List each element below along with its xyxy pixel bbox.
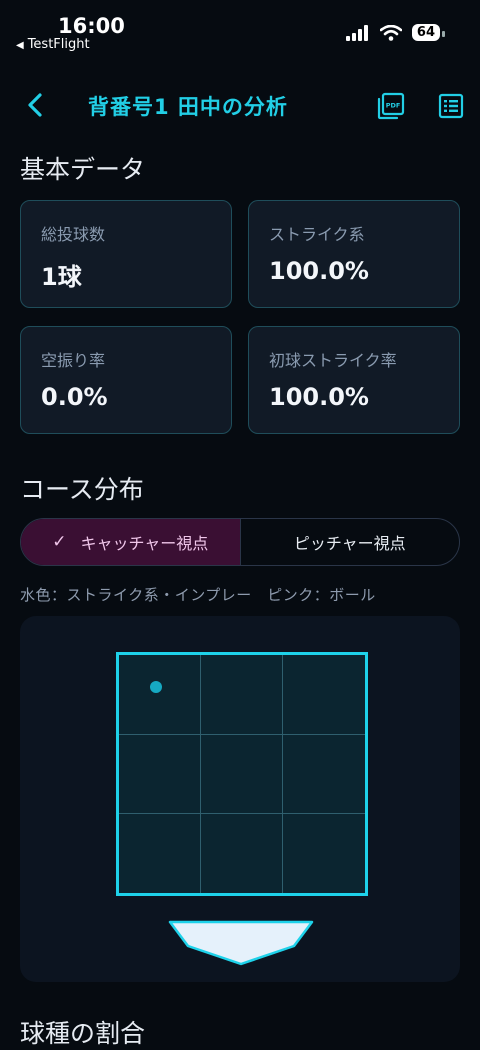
stat-label: 初球ストライク率 — [269, 351, 397, 370]
wifi-icon — [379, 24, 402, 41]
status-indicators: 64 — [345, 24, 446, 41]
stat-card-whiff-rate: 空振り率 0.0% — [20, 326, 232, 434]
stat-card-total-pitches: 総投球数 1球 — [20, 200, 232, 308]
stat-card-strike-rate: ストライク系 100.0% — [248, 200, 460, 308]
pdf-export-button[interactable]: PDF — [377, 92, 405, 124]
pitcher-view-label: ピッチャー視点 — [293, 534, 406, 553]
page-title: 背番号1 田中の分析 — [88, 95, 288, 119]
stat-value: 100.0% — [269, 383, 369, 411]
pitcher-view-tab[interactable]: ピッチャー視点 — [241, 519, 460, 565]
nav-bar: 背番号1 田中の分析 PDF — [0, 84, 480, 130]
section-title-course-distribution: コース分布 — [20, 475, 144, 504]
stat-label: ストライク系 — [269, 225, 365, 244]
svg-text:PDF: PDF — [386, 102, 401, 110]
list-view-button[interactable] — [438, 93, 464, 123]
back-app-label: TestFlight — [27, 37, 90, 52]
stat-value: 100.0% — [269, 257, 369, 285]
zone-grid-line — [282, 655, 283, 893]
course-chart-panel — [20, 616, 460, 982]
status-time: 16:00 — [58, 14, 125, 38]
battery-icon: 64 — [411, 24, 446, 41]
stat-value: 1球 — [41, 263, 82, 291]
zone-grid-line — [200, 655, 201, 893]
pdf-icon: PDF — [377, 92, 405, 120]
zone-grid-line — [119, 734, 365, 735]
back-button[interactable] — [22, 90, 52, 120]
zone-grid-line — [119, 813, 365, 814]
status-bar: 16:00 ◀ TestFlight 64 — [0, 0, 480, 60]
back-triangle-icon: ◀ — [16, 40, 24, 51]
catcher-view-tab[interactable]: ✓ キャッチャー視点 — [21, 519, 241, 565]
chevron-left-icon — [28, 93, 42, 117]
view-toggle: ✓ キャッチャー視点 ピッチャー視点 — [20, 518, 460, 566]
pitch-marker — [149, 681, 162, 694]
signal-icon — [345, 24, 368, 41]
stat-label: 空振り率 — [41, 351, 106, 370]
home-plate-icon — [168, 920, 314, 966]
back-to-app-link[interactable]: ◀ TestFlight — [16, 37, 90, 52]
section-title-pitch-types: 球種の割合 — [20, 1019, 146, 1048]
checkmark-icon: ✓ — [52, 532, 67, 552]
strike-zone — [116, 652, 368, 896]
section-title-basic-data: 基本データ — [20, 155, 146, 184]
color-legend: 水色：ストライク系・インプレー ピンク：ボール — [20, 586, 376, 604]
stat-label: 総投球数 — [41, 225, 106, 244]
stat-value: 0.0% — [41, 383, 108, 411]
stat-card-first-pitch-strike-rate: 初球ストライク率 100.0% — [248, 326, 460, 434]
list-icon — [438, 93, 464, 119]
catcher-view-label: キャッチャー視点 — [80, 534, 209, 553]
